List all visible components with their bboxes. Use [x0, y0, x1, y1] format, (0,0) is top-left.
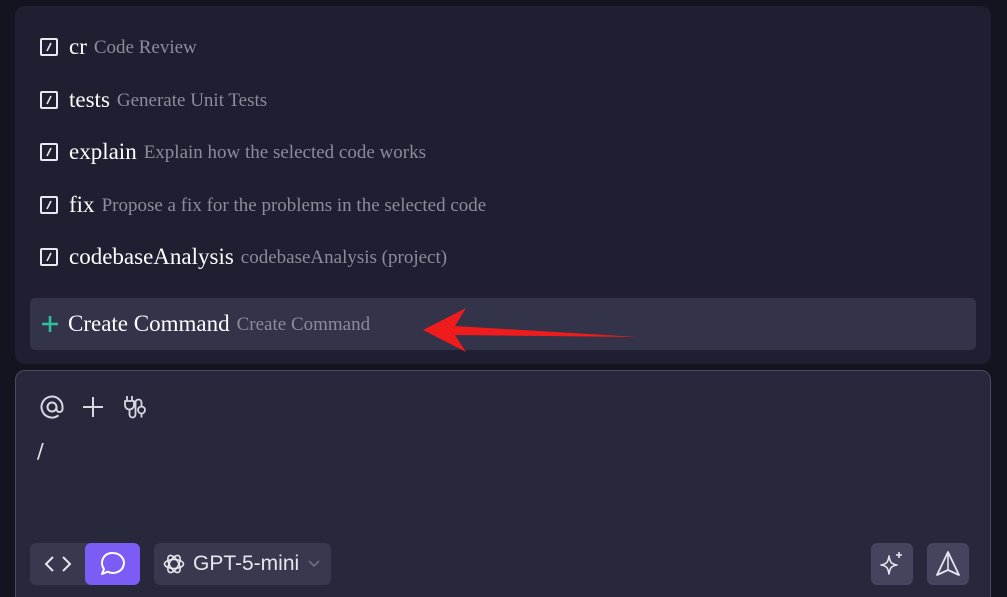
command-item-explain[interactable]: explain Explain how the selected code wo…	[40, 137, 426, 167]
command-description: codebaseAnalysis (project)	[240, 247, 448, 268]
command-item-fix[interactable]: fix Propose a fix for the problems in th…	[40, 190, 486, 220]
sparkle-icon	[880, 552, 902, 575]
command-name: explain	[69, 139, 137, 164]
enhance-prompt-button[interactable]	[871, 543, 913, 585]
model-selector[interactable]: GPT-5-mini	[154, 543, 331, 585]
command-description: Explain how the selected code works	[143, 142, 426, 163]
plus-icon	[41, 315, 59, 333]
create-command-item[interactable]: Create Command Create Command	[30, 298, 976, 350]
command-name: Create Command	[68, 311, 230, 336]
plus-icon[interactable]	[79, 393, 107, 421]
slash-command-icon	[40, 91, 58, 109]
command-name: fix	[69, 192, 95, 217]
chat-bubble-icon	[100, 551, 125, 575]
code-icon	[44, 556, 71, 572]
command-item-cr[interactable]: cr Code Review	[40, 32, 197, 62]
chat-mode-button[interactable]	[85, 543, 140, 585]
command-item-codebaseanalysis[interactable]: codebaseAnalysis codebaseAnalysis (proje…	[40, 242, 447, 272]
command-name: cr	[69, 34, 87, 59]
code-mode-button[interactable]	[30, 543, 85, 585]
command-description: Propose a fix for the problems in the se…	[101, 195, 487, 216]
send-button[interactable]	[927, 543, 969, 585]
command-popup: cr Code Review tests Generate Unit Tests…	[15, 6, 991, 364]
command-description: Code Review	[93, 37, 197, 58]
slash-command-icon	[40, 38, 58, 56]
command-description: Generate Unit Tests	[116, 90, 268, 111]
slash-command-icon	[40, 196, 58, 214]
at-mention-icon[interactable]	[38, 393, 66, 421]
slash-command-icon	[40, 248, 58, 266]
command-item-tests[interactable]: tests Generate Unit Tests	[40, 85, 267, 115]
command-name: codebaseAnalysis	[69, 244, 234, 269]
model-label: GPT-5-mini	[193, 552, 300, 575]
openai-logo-icon	[163, 554, 185, 574]
chat-composer: / GPT-5-mini	[15, 370, 991, 597]
command-name: tests	[69, 87, 110, 112]
plug-icon[interactable]	[122, 393, 150, 421]
slash-command-icon	[40, 143, 58, 161]
mode-switch	[30, 543, 140, 585]
chat-input[interactable]: /	[37, 439, 44, 463]
command-description: Create Command	[236, 314, 371, 335]
send-icon	[936, 551, 960, 576]
chevron-down-icon	[308, 560, 320, 568]
